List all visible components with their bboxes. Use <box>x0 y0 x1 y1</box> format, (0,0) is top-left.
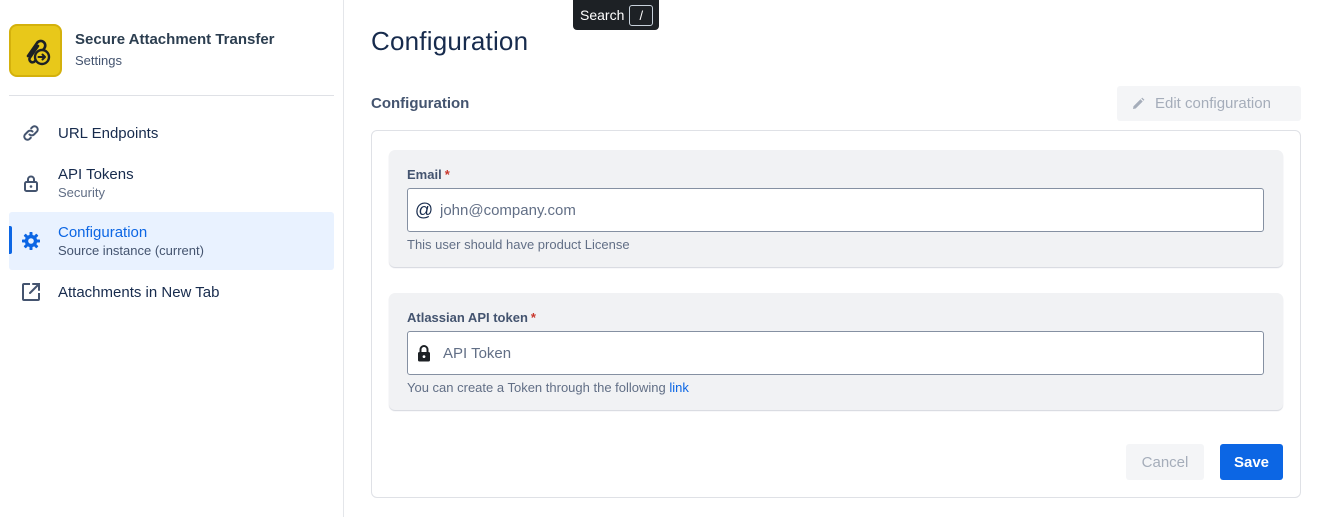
configuration-form-card: Email* @ This user should have product L… <box>371 130 1301 498</box>
email-label-text: Email <box>407 167 442 182</box>
pencil-icon <box>1131 97 1145 111</box>
token-input-wrapper <box>407 331 1264 375</box>
email-field[interactable] <box>440 201 1240 219</box>
token-label-text: Atlassian API token <box>407 310 528 325</box>
token-field-group: Atlassian API token * You can create a To… <box>389 293 1283 410</box>
app-title: Secure Attachment Transfer <box>75 31 275 48</box>
app-root: Secure Attachment Transfer Settings URL … <box>0 0 1318 517</box>
at-icon: @ <box>414 199 434 220</box>
sidebar-item-description: Security <box>58 184 105 200</box>
email-helper-text: This user should have product License <box>407 237 630 252</box>
active-indicator <box>9 226 12 254</box>
attachment-transfer-logo-icon <box>26 39 50 65</box>
email-label: Email * <box>407 167 450 182</box>
page-title: Configuration <box>371 26 529 56</box>
sidebar-item-attachments-new-tab[interactable]: Attachments in New Tab <box>9 273 334 311</box>
token-label: Atlassian API token * <box>407 310 536 325</box>
token-helper-prefix: You can create a Token through the follo… <box>407 380 666 395</box>
edit-configuration-button[interactable]: Edit configuration <box>1117 86 1301 121</box>
edit-configuration-label: Edit configuration <box>1155 95 1271 112</box>
link-icon <box>20 122 42 144</box>
sidebar-divider <box>9 95 334 96</box>
nav-text: Configuration Source instance (current) <box>58 223 204 260</box>
app-subtitle: Settings <box>75 53 122 68</box>
lock-icon <box>414 344 434 362</box>
search-tooltip[interactable]: Search / <box>573 0 659 30</box>
sidebar-item-label: Configuration <box>58 223 148 241</box>
lock-icon <box>20 172 42 194</box>
token-helper-text: You can create a Token through the follo… <box>407 380 689 395</box>
sidebar: Secure Attachment Transfer Settings URL … <box>0 0 344 517</box>
section-title: Configuration <box>371 95 470 112</box>
api-token-field[interactable] <box>443 344 1243 362</box>
sidebar-item-description: Source instance (current) <box>58 242 204 258</box>
nav-text: API Tokens Security <box>58 165 134 202</box>
required-marker: * <box>444 167 450 182</box>
external-link-icon <box>20 281 42 303</box>
nav-text: Attachments in New Tab <box>58 283 219 302</box>
sidebar-item-label: API Tokens <box>58 165 134 183</box>
search-tooltip-label: Search <box>580 7 625 23</box>
app-titles: Secure Attachment Transfer Settings <box>75 31 275 70</box>
sidebar-item-label: URL Endpoints <box>58 124 159 142</box>
app-header: Secure Attachment Transfer Settings <box>9 24 275 77</box>
cancel-button[interactable]: Cancel <box>1126 444 1204 480</box>
search-shortcut-key: / <box>629 4 654 26</box>
required-marker: * <box>530 310 536 325</box>
email-input-wrapper: @ <box>407 188 1264 232</box>
sidebar-item-api-tokens[interactable]: API Tokens Security <box>9 158 334 208</box>
create-token-link[interactable]: link <box>669 380 689 395</box>
gear-icon <box>20 230 42 252</box>
app-logo <box>9 24 62 77</box>
nav-text: URL Endpoints <box>58 124 158 143</box>
sidebar-item-label: Attachments in New Tab <box>58 283 220 301</box>
sidebar-item-url-endpoints[interactable]: URL Endpoints <box>9 113 334 153</box>
sidebar-item-configuration[interactable]: Configuration Source instance (current) <box>9 212 334 270</box>
email-field-group: Email* @ This user should have product L… <box>389 150 1283 267</box>
save-button[interactable]: Save <box>1220 444 1283 480</box>
